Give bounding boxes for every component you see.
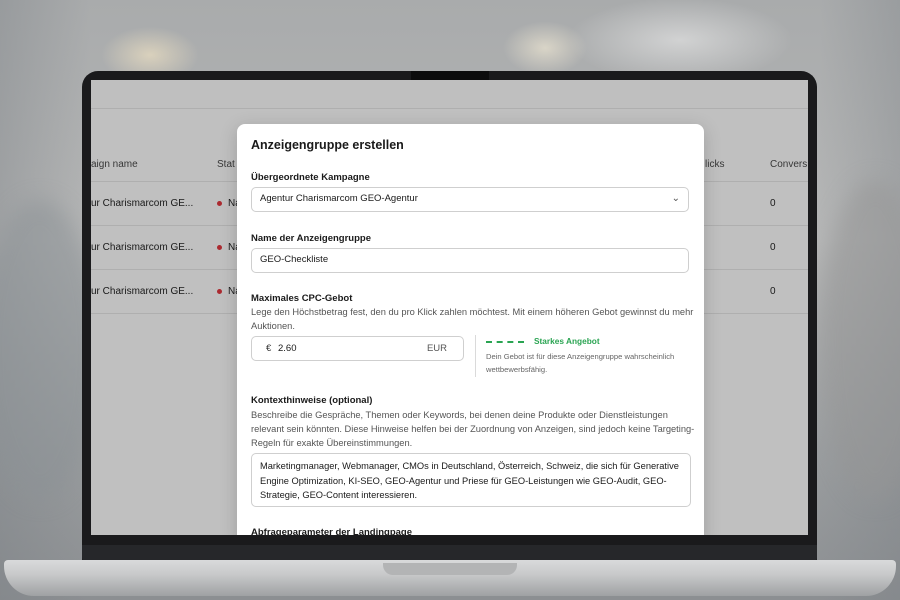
max-cpc-help-text: Lege den Höchstbetrag fest, den du pro K…	[251, 307, 694, 331]
max-cpc-input[interactable]: € 2.60 EUR	[251, 336, 464, 361]
chevron-down-icon[interactable]: ⌄	[672, 188, 680, 210]
bid-strength-label: Starkes Angebot	[534, 336, 600, 346]
currency-symbol: €	[266, 343, 272, 354]
bid-strength-indicator: Starkes Angebot Dein Gebot ist für diese…	[475, 335, 696, 377]
laptop-screen: aign name Stat licks Convers ur Charisma…	[91, 80, 808, 535]
parent-campaign-select[interactable]: Agentur Charismarcom GEO-Agentur ⌄	[251, 187, 689, 212]
parent-campaign-label: Übergeordnete Kampagne	[251, 172, 370, 183]
bid-strength-bar	[486, 341, 524, 343]
bid-strength-description: Dein Gebot ist für diese Anzeigengruppe …	[486, 352, 675, 374]
currency-unit: EUR	[426, 343, 447, 354]
parent-campaign-value: Agentur Charismarcom GEO-Agentur	[260, 193, 418, 204]
max-cpc-value: 2.60	[278, 343, 297, 354]
dialog-title: Anzeigengruppe erstellen	[251, 138, 404, 152]
context-hints-label: Kontexthinweise (optional)	[251, 395, 373, 406]
context-hints-help-text: Beschreibe die Gespräche, Themen oder Ke…	[251, 410, 695, 448]
context-hints-textarea[interactable]: Marketingmanager, Webmanager, CMOs in De…	[251, 453, 691, 507]
ad-group-name-label: Name der Anzeigengruppe	[251, 233, 372, 244]
create-ad-group-dialog: Anzeigengruppe erstellen Übergeordnete K…	[237, 124, 704, 535]
laptop-base-notch	[383, 563, 517, 575]
landing-page-params-label: Abfrageparameter der Landingpage	[251, 527, 413, 535]
ad-group-name-input[interactable]: GEO-Checkliste	[251, 248, 689, 273]
max-cpc-label: Maximales CPC-Gebot	[251, 293, 353, 304]
